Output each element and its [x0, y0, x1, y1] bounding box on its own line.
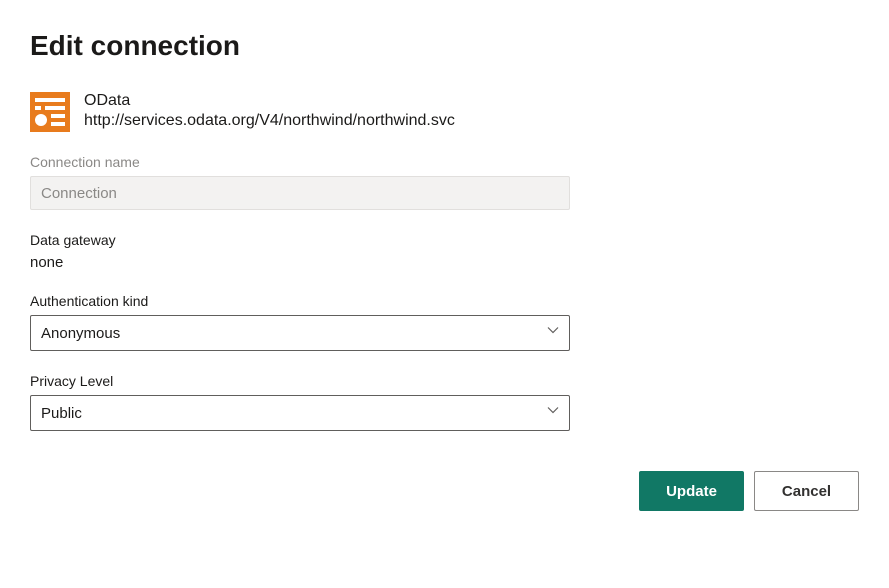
data-source-url: http://services.odata.org/V4/northwind/n… — [84, 112, 455, 130]
dialog-button-row: Update Cancel — [30, 471, 859, 511]
page-title: Edit connection — [30, 30, 859, 62]
privacy-level-field: Privacy Level Public — [30, 373, 859, 431]
connection-name-input[interactable] — [30, 176, 570, 210]
privacy-level-label: Privacy Level — [30, 373, 859, 389]
data-gateway-value: none — [30, 254, 859, 271]
data-source-row: OData http://services.odata.org/V4/north… — [30, 92, 859, 132]
cancel-button[interactable]: Cancel — [754, 471, 859, 511]
data-gateway-label: Data gateway — [30, 232, 859, 248]
odata-icon — [30, 92, 70, 132]
update-button[interactable]: Update — [639, 471, 744, 511]
authentication-kind-label: Authentication kind — [30, 293, 859, 309]
authentication-kind-field: Authentication kind Anonymous — [30, 293, 859, 351]
data-gateway-field: Data gateway none — [30, 232, 859, 271]
connection-name-field: Connection name — [30, 154, 859, 210]
connection-name-label: Connection name — [30, 154, 859, 170]
data-source-name: OData — [84, 92, 455, 110]
privacy-level-select[interactable]: Public — [30, 395, 570, 431]
authentication-kind-select[interactable]: Anonymous — [30, 315, 570, 351]
